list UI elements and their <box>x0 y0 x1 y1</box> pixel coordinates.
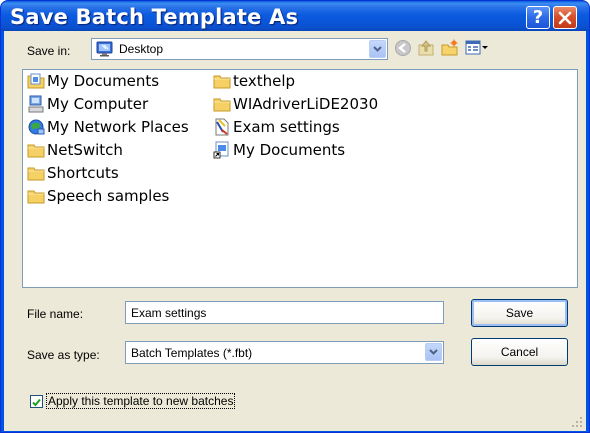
list-item[interactable]: Exam settings <box>213 116 340 138</box>
file-name-text: Speech samples <box>47 187 170 205</box>
apply-template-label[interactable]: Apply this template to new batches <box>46 393 236 409</box>
save-as-type-value: Batch Templates (*.fbt) <box>131 346 253 360</box>
list-item[interactable]: NetSwitch <box>27 139 123 161</box>
list-item[interactable]: My Network Places <box>27 116 189 138</box>
save-in-label: Save in: <box>27 44 71 58</box>
apply-template-checkbox[interactable] <box>30 395 43 408</box>
close-button[interactable] <box>553 6 577 29</box>
dialog-window: Save Batch Template As ? Save in: Deskto… <box>0 0 590 433</box>
file-name-text: Exam settings <box>233 118 340 136</box>
file-name-text: texthelp <box>233 72 296 90</box>
folder-icon <box>27 167 45 181</box>
save-as-type-combo[interactable]: Batch Templates (*.fbt) <box>125 341 444 364</box>
list-item[interactable]: texthelp <box>213 70 295 92</box>
help-button[interactable]: ? <box>526 6 550 29</box>
file-name-text: NetSwitch <box>47 141 123 159</box>
file-name-input[interactable]: Exam settings <box>125 301 444 324</box>
template-file-icon <box>215 118 229 136</box>
list-item[interactable]: My Documents <box>27 70 159 92</box>
folder-icon <box>213 75 231 89</box>
save-as-type-dropdown-button[interactable] <box>425 343 442 361</box>
view-menu-icon[interactable] <box>465 39 489 57</box>
chevron-down-icon <box>373 46 382 52</box>
checkmark-icon <box>32 398 41 407</box>
folder-icon <box>27 190 45 204</box>
list-item[interactable]: My Computer <box>27 93 148 115</box>
file-name-value: Exam settings <box>131 306 207 320</box>
save-in-value: Desktop <box>119 42 164 56</box>
file-name-text: My Documents <box>233 141 346 159</box>
network-places-icon <box>28 119 45 135</box>
save-as-type-label: Save as type: <box>27 348 100 362</box>
close-icon <box>558 11 572 24</box>
save-button[interactable]: Save <box>471 299 568 327</box>
list-item[interactable]: My Documents <box>213 139 345 161</box>
file-list[interactable]: My Documents My Computer My Network Plac… <box>22 69 578 288</box>
my-documents-icon <box>27 73 45 89</box>
folder-icon <box>27 144 45 158</box>
file-name-text: My Computer <box>47 95 149 113</box>
folder-icon <box>213 98 231 112</box>
file-name-text: WIAdriverLiDE2030 <box>233 95 379 113</box>
shortcut-icon <box>213 141 229 159</box>
desktop-icon <box>96 41 113 57</box>
cancel-button[interactable]: Cancel <box>471 338 568 366</box>
title-bar[interactable]: Save Batch Template As ? <box>1 1 589 31</box>
list-item[interactable]: Speech samples <box>27 185 169 207</box>
dialog-title: Save Batch Template As <box>10 5 299 29</box>
save-in-combo[interactable]: Desktop <box>91 38 388 60</box>
up-folder-icon[interactable] <box>417 39 435 57</box>
list-item[interactable]: WIAdriverLiDE2030 <box>213 93 378 115</box>
file-name-text: Shortcuts <box>47 164 119 182</box>
computer-icon <box>28 95 44 113</box>
back-icon[interactable] <box>394 39 412 57</box>
file-name-text: My Documents <box>47 72 160 90</box>
file-name-label: File name: <box>27 307 84 321</box>
chevron-down-icon <box>429 349 438 355</box>
resize-grip-icon[interactable] <box>571 416 583 428</box>
list-item[interactable]: Shortcuts <box>27 162 119 184</box>
new-folder-icon[interactable] <box>441 39 459 57</box>
dialog-body: Save in: Desktop My Documents My Compute… <box>4 31 586 431</box>
file-name-text: My Network Places <box>47 118 189 136</box>
save-in-dropdown-button[interactable] <box>369 40 386 58</box>
